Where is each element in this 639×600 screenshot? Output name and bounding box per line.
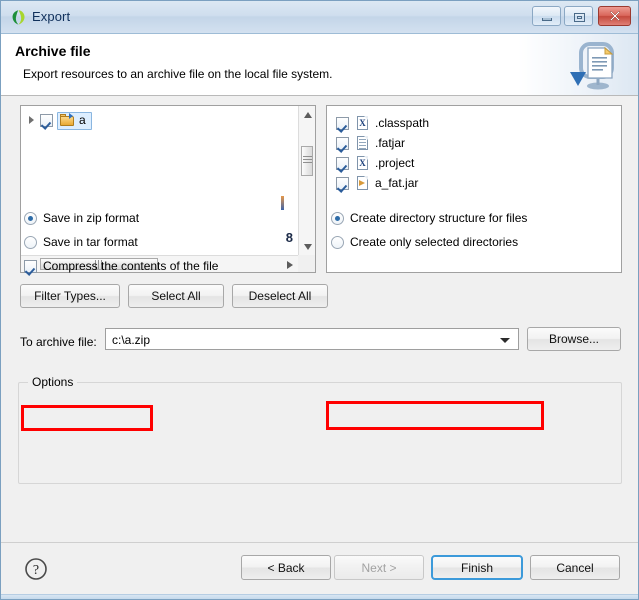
expand-arrow-icon[interactable] [25,113,40,128]
wizard-banner: Archive file Export resources to an arch… [1,34,638,96]
scroll-right-button[interactable] [281,256,298,272]
radio-label: Create directory structure for files [350,211,528,225]
file-name: .fatjar [375,136,406,150]
radio-save-in-tar-format[interactable]: Save in tar format [24,235,138,249]
radio-label: Save in tar format [43,235,138,249]
xml-file-icon: X [356,155,370,171]
chevron-down-icon[interactable] [500,338,510,343]
file-name: .classpath [375,116,430,130]
export-archive-icon [570,42,614,90]
options-legend: Options [28,375,78,389]
window-title: Export [32,9,71,24]
list-item[interactable]: X .classpath [327,113,621,133]
wizard-page-body: a 8 X .classpath .fatjar X .project a_fa… [1,96,638,542]
tree-item-selection[interactable]: a [57,111,92,130]
radio-indicator[interactable] [331,211,344,225]
options-group: Options [18,375,622,484]
archive-file-combo[interactable]: c:\a.zip [105,328,519,350]
tree-vertical-scrollbar[interactable] [298,106,315,255]
tree-item-root[interactable]: a [25,111,92,130]
list-item[interactable]: a_fat.jar [327,173,621,193]
title-bar: Export [1,1,638,34]
scrollbar-corner [298,255,315,272]
file-name: a_fat.jar [375,176,419,190]
radio-indicator[interactable] [24,211,37,225]
back-button[interactable]: < Back [241,555,331,580]
export-dialog-window: Export Archive file Export resources to … [0,0,639,600]
archive-file-value: c:\a.zip [112,333,151,347]
maximize-icon [573,13,585,22]
tree-item-checkbox[interactable] [40,114,53,127]
eclipse-leaf-icon [12,10,25,25]
file-list: X .classpath .fatjar X .project a_fat.ja… [327,106,621,193]
page-description: Export resources to an archive file on t… [23,67,333,81]
select-all-button[interactable]: Select All [128,284,224,308]
radio-create-directory-structure[interactable]: Create directory structure for files [331,211,527,225]
file-checkbox[interactable] [336,136,349,150]
close-button[interactable] [598,6,631,26]
xml-file-icon: X [356,115,370,131]
dialog-footer: ? < Back Next > Finish Cancel [1,542,638,599]
scroll-up-button[interactable] [299,106,315,123]
text-file-icon [356,135,370,151]
file-name: .project [375,156,415,170]
file-checkbox[interactable] [336,176,349,190]
vertical-scroll-thumb[interactable] [301,146,313,176]
list-item[interactable]: X .project [327,153,621,173]
archive-file-label: To archive file: [20,335,97,349]
close-icon [609,10,620,22]
tree-artifact-number: 8 [285,230,293,245]
radio-label: Save in zip format [43,211,140,225]
minimize-icon [541,18,552,21]
radio-label: Create only selected directories [350,235,519,249]
checkbox-indicator[interactable] [24,259,37,273]
cancel-button[interactable]: Cancel [530,555,620,580]
deselect-all-button[interactable]: Deselect All [232,284,328,308]
checkbox-label: Compress the contents of the file [43,259,219,273]
scroll-down-button[interactable] [299,238,315,255]
svg-text:?: ? [33,563,39,578]
finish-button[interactable]: Finish [431,555,523,580]
radio-save-in-zip-format[interactable]: Save in zip format [24,211,139,225]
list-item[interactable]: .fatjar [327,133,621,153]
next-button: Next > [334,555,424,580]
minimize-button[interactable] [532,6,561,26]
radio-create-only-selected-directories[interactable]: Create only selected directories [331,235,518,249]
tree-item-label: a [79,113,86,127]
browse-button[interactable]: Browse... [527,327,621,351]
jar-file-icon [356,175,370,191]
radio-indicator[interactable] [24,235,37,249]
open-folder-icon [60,112,76,128]
file-checkbox[interactable] [336,156,349,170]
filter-types-button[interactable]: Filter Types... [20,284,120,308]
file-checkbox[interactable] [336,116,349,130]
page-title: Archive file [15,43,91,59]
scroll-artifact-marker [281,196,284,210]
maximize-button[interactable] [564,6,593,26]
footer-accent-strip [1,594,638,599]
radio-indicator[interactable] [331,235,344,249]
help-question-icon[interactable]: ? [24,557,48,581]
checkbox-compress-contents[interactable]: Compress the contents of the file [24,259,218,273]
